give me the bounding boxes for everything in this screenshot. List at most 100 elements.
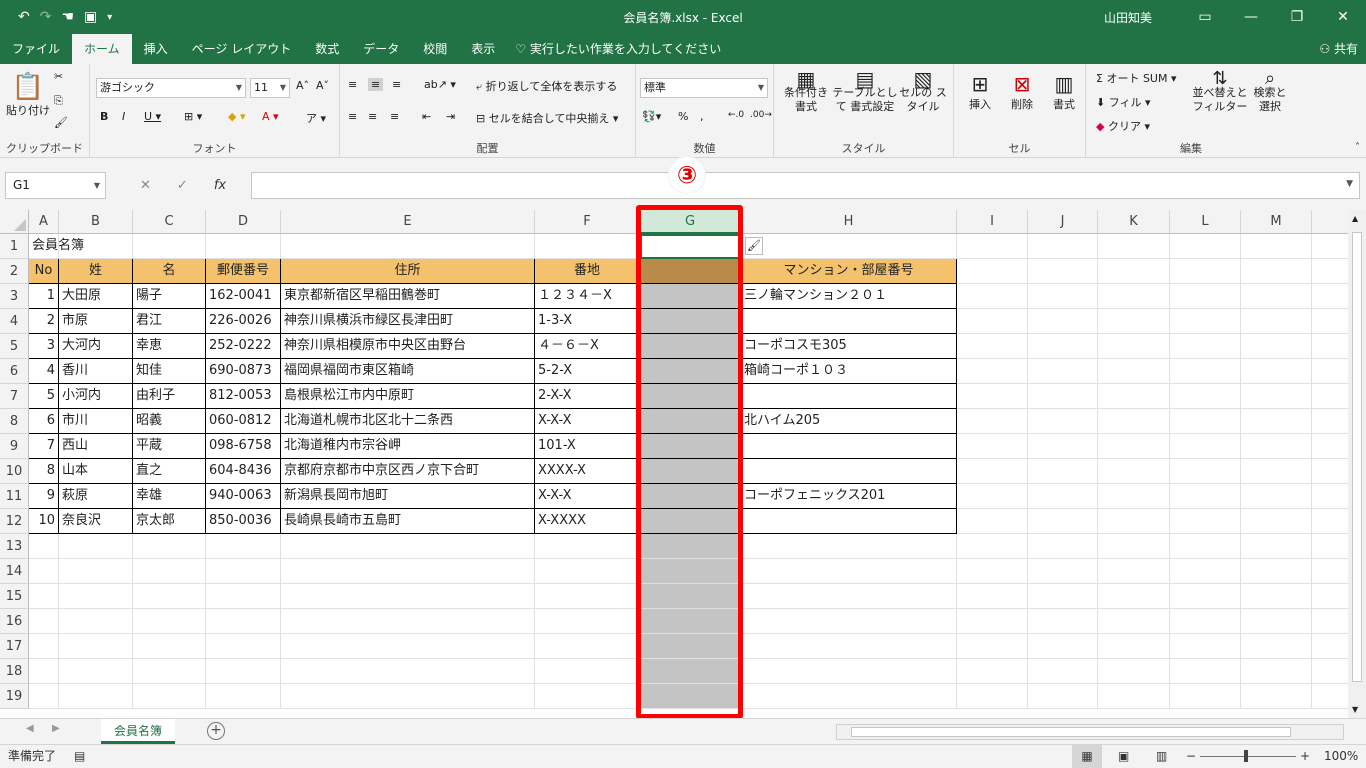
cell[interactable] bbox=[957, 359, 1028, 384]
cell[interactable] bbox=[1241, 684, 1312, 709]
scroll-down-icon[interactable]: ▼ bbox=[1352, 705, 1358, 714]
cell[interactable] bbox=[1170, 509, 1241, 534]
cell[interactable] bbox=[957, 559, 1028, 584]
cell[interactable] bbox=[1170, 359, 1241, 384]
column-header-c[interactable]: C bbox=[133, 210, 206, 234]
delete-cells-button[interactable]: ⊠ 削除 bbox=[1004, 72, 1040, 112]
table-cell[interactable]: 9 bbox=[29, 484, 59, 509]
cell[interactable] bbox=[1312, 434, 1348, 459]
cell[interactable] bbox=[957, 309, 1028, 334]
cell-styles-button[interactable]: ▧ セルの スタイル bbox=[898, 69, 948, 114]
macro-record-icon[interactable]: ▤ bbox=[74, 745, 85, 768]
table-cell[interactable]: ４－６－X bbox=[535, 334, 640, 359]
cell[interactable] bbox=[1098, 609, 1170, 634]
shrink-font-icon[interactable]: A˅ bbox=[316, 79, 329, 92]
header-cell[interactable]: No bbox=[29, 259, 59, 284]
cell[interactable] bbox=[1098, 309, 1170, 334]
cell[interactable] bbox=[1170, 234, 1241, 259]
cell[interactable] bbox=[957, 409, 1028, 434]
cell[interactable] bbox=[640, 659, 741, 684]
table-cell[interactable]: コーポフェニックス201 bbox=[741, 484, 957, 509]
tab-view[interactable]: 表示 bbox=[459, 34, 507, 64]
zoom-out-icon[interactable]: − bbox=[1186, 745, 1196, 768]
cell[interactable] bbox=[640, 534, 741, 559]
cell[interactable] bbox=[1312, 284, 1348, 309]
cell[interactable] bbox=[281, 234, 535, 259]
table-cell[interactable]: 西山 bbox=[59, 434, 133, 459]
cancel-icon[interactable]: ✕ bbox=[140, 172, 151, 199]
table-cell[interactable]: 大河内 bbox=[59, 334, 133, 359]
cell[interactable] bbox=[1098, 259, 1170, 284]
undo-icon[interactable]: ↶ bbox=[18, 9, 30, 25]
table-cell[interactable]: 850-0036 bbox=[206, 509, 281, 534]
cell[interactable] bbox=[1170, 384, 1241, 409]
row-header[interactable]: 19 bbox=[0, 684, 29, 709]
tab-insert[interactable]: 挿入 bbox=[132, 34, 180, 64]
cell[interactable] bbox=[1170, 684, 1241, 709]
cell[interactable] bbox=[59, 684, 133, 709]
cell[interactable] bbox=[1170, 484, 1241, 509]
scroll-up-icon[interactable]: ▲ bbox=[1352, 214, 1358, 223]
cell[interactable] bbox=[29, 659, 59, 684]
table-cell[interactable]: 神奈川県相模原市中央区由野台 bbox=[281, 334, 535, 359]
table-cell[interactable]: 萩原 bbox=[59, 484, 133, 509]
cell[interactable] bbox=[535, 609, 640, 634]
cell[interactable] bbox=[1241, 484, 1312, 509]
font-name-combo[interactable]: 游ゴシック ▼ bbox=[96, 78, 246, 98]
column-header-m[interactable]: M bbox=[1241, 210, 1312, 234]
row-header[interactable]: 9 bbox=[0, 434, 29, 459]
column-header-l[interactable]: L bbox=[1170, 210, 1241, 234]
row-header[interactable]: 10 bbox=[0, 459, 29, 484]
cell[interactable] bbox=[1170, 534, 1241, 559]
cell[interactable] bbox=[206, 234, 281, 259]
wrap-text-button[interactable]: ⤶ 折り返して全体を表示する bbox=[476, 78, 617, 94]
table-cell[interactable] bbox=[741, 509, 957, 534]
table-cell[interactable]: XXXX-X bbox=[535, 459, 640, 484]
table-cell[interactable]: 10 bbox=[29, 509, 59, 534]
table-cell[interactable]: 8 bbox=[29, 459, 59, 484]
cell[interactable] bbox=[957, 659, 1028, 684]
tab-page-layout[interactable]: ページ レイアウト bbox=[180, 34, 304, 64]
touch-mode-icon[interactable]: ☚ bbox=[61, 9, 74, 25]
cell[interactable] bbox=[206, 659, 281, 684]
cell[interactable] bbox=[741, 584, 957, 609]
table-cell[interactable]: 226-0026 bbox=[206, 309, 281, 334]
cell[interactable] bbox=[957, 334, 1028, 359]
table-cell[interactable]: 3 bbox=[29, 334, 59, 359]
cell[interactable] bbox=[1028, 409, 1098, 434]
cell[interactable] bbox=[535, 659, 640, 684]
horizontal-scroll-thumb[interactable] bbox=[851, 727, 1291, 737]
cell[interactable] bbox=[957, 484, 1028, 509]
table-cell[interactable]: 1-3-X bbox=[535, 309, 640, 334]
sheet-title-cell[interactable]: 会員名簿 bbox=[29, 234, 84, 259]
normal-view-icon[interactable]: ▦ bbox=[1072, 745, 1102, 768]
insert-cells-button[interactable]: ⊞ 挿入 bbox=[962, 72, 998, 112]
row-header[interactable]: 14 bbox=[0, 559, 29, 584]
save-icon[interactable]: ▣ bbox=[84, 9, 97, 25]
column-header-g[interactable]: G bbox=[640, 210, 741, 234]
row-header[interactable]: 17 bbox=[0, 634, 29, 659]
conditional-format-button[interactable]: ▦ 条件付き 書式 bbox=[780, 69, 832, 114]
find-select-button[interactable]: ⌕ 検索と 選択 bbox=[1250, 70, 1290, 114]
row-header[interactable]: 7 bbox=[0, 384, 29, 409]
table-cell[interactable]: 平蔵 bbox=[133, 434, 206, 459]
cell[interactable] bbox=[1241, 534, 1312, 559]
cell[interactable] bbox=[640, 684, 741, 709]
column-header-f[interactable]: F bbox=[535, 210, 640, 234]
cell[interactable] bbox=[1312, 459, 1348, 484]
table-cell[interactable]: 奈良沢 bbox=[59, 509, 133, 534]
cell[interactable] bbox=[1028, 584, 1098, 609]
cell[interactable] bbox=[133, 684, 206, 709]
table-cell[interactable]: 1 bbox=[29, 284, 59, 309]
table-cell[interactable]: 大田原 bbox=[59, 284, 133, 309]
table-cell[interactable]: 三ノ輪マンション２０１ bbox=[741, 284, 957, 309]
align-bottom-icon[interactable]: ≡ bbox=[392, 78, 401, 91]
cell[interactable] bbox=[59, 234, 133, 259]
cell[interactable] bbox=[1098, 659, 1170, 684]
decrease-decimal-icon[interactable]: .00→ bbox=[750, 110, 772, 120]
table-cell[interactable]: 162-0041 bbox=[206, 284, 281, 309]
cell[interactable] bbox=[1098, 459, 1170, 484]
cell[interactable] bbox=[1098, 284, 1170, 309]
clear-button[interactable]: ◆ クリア ▾ bbox=[1096, 118, 1150, 134]
cell[interactable] bbox=[1028, 684, 1098, 709]
